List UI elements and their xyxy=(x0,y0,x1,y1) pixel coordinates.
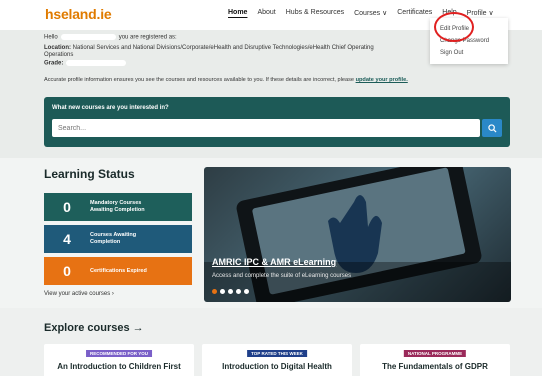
search-input[interactable] xyxy=(52,119,480,137)
location-label: Location: xyxy=(44,45,71,51)
mandatory-courses-tile[interactable]: 0 Mandatory Courses Awaiting Completion xyxy=(44,193,192,221)
explore-title[interactable]: Explore courses → xyxy=(44,322,144,334)
course-card[interactable]: RECOMMENDED FOR YOU An Introduction to C… xyxy=(44,344,194,376)
course-card[interactable]: NATIONAL PROGRAMME The Fundamentals of G… xyxy=(360,344,510,376)
course-card[interactable]: TOP RATED THIS WEEK Introduction to Digi… xyxy=(202,344,352,376)
location-continued: Operations xyxy=(44,52,74,58)
location-line: Location: National Services and National… xyxy=(44,45,374,51)
carousel-dot[interactable] xyxy=(244,289,249,294)
course-title[interactable]: An Introduction to Children First xyxy=(44,362,194,371)
grade-label: Grade: xyxy=(44,60,64,67)
course-badge: TOP RATED THIS WEEK xyxy=(247,350,307,357)
location-value: National Services and National Divisions… xyxy=(72,45,374,51)
promo-banner[interactable]: AMRIC IPC & AMR eLearning Access and com… xyxy=(204,167,511,302)
accuracy-line: Accurate profile information ensures you… xyxy=(44,77,408,83)
registered-as: you are registered as: xyxy=(118,34,177,41)
search-button[interactable] xyxy=(482,119,502,137)
search-question: What new courses are you interested in? xyxy=(52,105,169,111)
nav-courses[interactable]: Courses ∨ xyxy=(354,9,387,17)
sign-out-item[interactable]: Sign Out xyxy=(440,50,463,56)
course-badge: NATIONAL PROGRAMME xyxy=(403,350,467,357)
grade-redacted xyxy=(66,60,127,66)
user-name-redacted xyxy=(60,34,116,40)
explore-courses-section: Explore courses → RECOMMENDED FOR YOU An… xyxy=(0,308,542,376)
awaiting-count: 4 xyxy=(63,231,71,247)
carousel-dots xyxy=(212,289,249,294)
carousel-dot[interactable] xyxy=(236,289,241,294)
nav-home[interactable]: Home xyxy=(228,9,247,17)
awaiting-label-1: Courses Awaiting xyxy=(90,232,137,238)
carousel-dot[interactable] xyxy=(228,289,233,294)
awaiting-courses-tile[interactable]: 4 Courses Awaiting Completion xyxy=(44,225,192,253)
awaiting-label-2: Completion xyxy=(90,239,121,245)
highlight-annotation xyxy=(434,12,474,42)
course-title[interactable]: Introduction to Digital Health xyxy=(202,362,352,371)
carousel-dot[interactable] xyxy=(220,289,225,294)
course-search-panel: What new courses are you interested in? xyxy=(44,97,510,147)
course-title[interactable]: The Fundamentals of GDPR xyxy=(360,362,510,371)
mandatory-label: Mandatory Courses Awaiting Completion xyxy=(90,200,145,214)
nav-about[interactable]: About xyxy=(257,9,275,17)
mandatory-count: 0 xyxy=(63,199,71,215)
mandatory-label-2: Awaiting Completion xyxy=(90,207,145,213)
promo-subtitle: Access and complete the suite of eLearni… xyxy=(212,273,352,279)
hello-line: Hello you are registered as: xyxy=(44,34,177,41)
learning-status-title: Learning Status xyxy=(44,167,135,181)
tablet-hand-image xyxy=(204,167,511,302)
site-logo[interactable]: hseland.ie xyxy=(45,6,112,22)
grade-line: Grade: xyxy=(44,60,127,67)
certifications-label: Certifications Expired xyxy=(90,267,147,274)
carousel-dot[interactable] xyxy=(212,289,217,294)
hello-label: Hello xyxy=(44,34,58,41)
certifications-count: 0 xyxy=(63,263,71,279)
certifications-expired-tile[interactable]: 0 Certifications Expired xyxy=(44,257,192,285)
update-profile-link[interactable]: update your profile. xyxy=(356,77,408,83)
nav-certificates[interactable]: Certificates xyxy=(397,9,432,17)
nav-hubs[interactable]: Hubs & Resources xyxy=(286,9,344,17)
awaiting-label: Courses Awaiting Completion xyxy=(90,232,136,246)
promo-title[interactable]: AMRIC IPC & AMR eLearning xyxy=(212,257,336,267)
accuracy-text: Accurate profile information ensures you… xyxy=(44,77,354,83)
mandatory-label-1: Mandatory Courses xyxy=(90,200,142,206)
nav-profile[interactable]: Profile ∨ xyxy=(467,9,494,17)
course-badge: RECOMMENDED FOR YOU xyxy=(86,350,152,357)
search-icon xyxy=(487,123,497,133)
view-active-courses-link[interactable]: View your active courses › xyxy=(44,291,114,297)
